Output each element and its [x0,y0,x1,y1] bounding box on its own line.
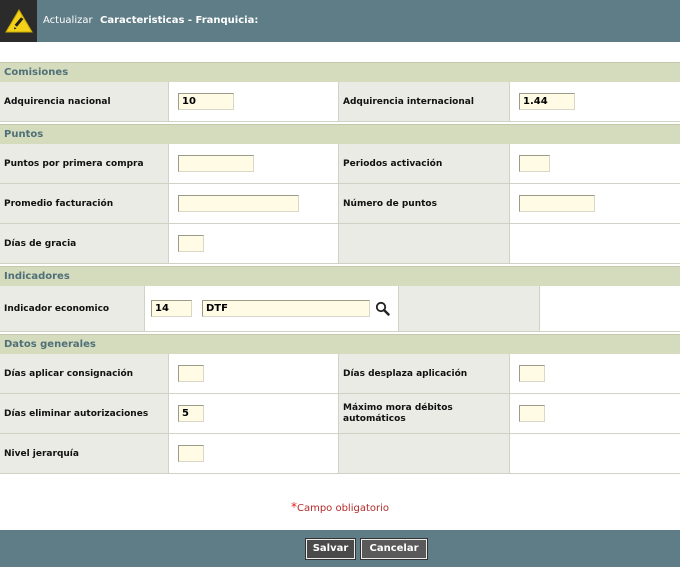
dias-desplaza-aplicacion-input[interactable] [519,365,545,382]
periodos-activacion-input[interactable] [519,155,550,172]
form-row: Días eliminar autorizaciones Máximo mora… [0,394,680,434]
section-indicadores: Indicadores [0,266,680,286]
dias-gracia-input[interactable] [178,235,204,252]
section-datos-generales: Datos generales [0,334,680,354]
form-row: Días de gracia [0,224,680,264]
field-label: Nivel jerarquía [4,449,79,459]
footer-bar: Salvar Cancelar [0,530,680,567]
form-row: Indicador economico [0,286,680,332]
field-label: Adquirencia internacional [343,97,474,107]
field-label-cell: Días aplicar consignación [0,354,169,393]
field-label-cell: Indicador economico [0,286,145,331]
magnifier-icon[interactable] [375,301,390,316]
dias-aplicar-consignacion-input[interactable] [178,365,204,382]
empty-cell [510,224,680,263]
field-value-cell [169,184,339,223]
logo [0,0,37,42]
form-row: Días aplicar consignación Días desplaza … [0,354,680,394]
field-label: Número de puntos [343,199,437,209]
field-value-cell [510,354,680,393]
page-title: Caracteristicas - Franquicia: [100,15,259,26]
field-label: Máximo mora débitos automáticos [343,403,453,425]
header-action: Actualizar [43,15,93,26]
field-label-cell: Máximo mora débitos automáticos [339,394,510,433]
field-label: Adquirencia nacional [4,97,111,107]
field-label: Días eliminar autorizaciones [4,409,149,419]
form-row: Adquirencia nacional Adquirencia interna… [0,82,680,122]
empty-cell [399,286,540,331]
indicador-nombre-input[interactable] [202,300,370,317]
field-label-cell: Días eliminar autorizaciones [0,394,169,433]
section-title: Puntos [4,129,44,140]
promedio-facturacion-input[interactable] [178,195,299,212]
pencil-warning-icon [5,9,33,33]
adquirencia-nacional-input[interactable] [178,93,234,110]
maximo-mora-debitos-input[interactable] [519,405,545,422]
field-label-cell: Adquirencia nacional [0,82,169,121]
required-note: *Campo obligatorio [0,500,680,514]
empty-cell [339,224,510,263]
form-row: Puntos por primera compra Periodos activ… [0,144,680,184]
numero-puntos-input[interactable] [519,195,595,212]
nivel-jerarquia-input[interactable] [178,445,204,462]
empty-cell [540,286,680,331]
form-row: Promedio facturación Número de puntos [0,184,680,224]
field-value-cell [169,224,339,263]
field-label-cell: Días desplaza aplicación [339,354,510,393]
header-bar: Actualizar Caracteristicas - Franquicia: [0,0,680,42]
section-comisiones: Comisiones [0,62,680,82]
field-label-cell: Puntos por primera compra [0,144,169,183]
field-value-cell [510,144,680,183]
field-value-cell [510,184,680,223]
section-puntos: Puntos [0,124,680,144]
field-label: Indicador economico [4,304,110,314]
required-text: Campo obligatorio [296,503,390,514]
field-value-cell [169,434,339,473]
field-label-cell: Adquirencia internacional [339,82,510,121]
section-title: Comisiones [4,67,69,78]
field-value-cell [145,286,399,331]
puntos-primera-compra-input[interactable] [178,155,254,172]
field-label: Promedio facturación [4,199,114,209]
field-label: Periodos activación [343,159,443,169]
field-label: Días aplicar consignación [4,369,134,379]
save-button[interactable]: Salvar [305,538,356,560]
field-label: Días de gracia [4,239,77,249]
field-value-cell [169,82,339,121]
adquirencia-internacional-input[interactable] [519,93,575,110]
field-label-cell: Nivel jerarquía [0,434,169,473]
field-label-cell: Días de gracia [0,224,169,263]
section-title: Indicadores [4,271,70,282]
field-value-cell [169,144,339,183]
field-value-cell [169,354,339,393]
field-label: Días desplaza aplicación [343,369,468,379]
form-row: Nivel jerarquía [0,434,680,474]
field-value-cell [510,394,680,433]
field-label: Puntos por primera compra [4,159,144,169]
indicador-codigo-input[interactable] [151,300,192,317]
field-label-cell: Promedio facturación [0,184,169,223]
field-label-cell: Número de puntos [339,184,510,223]
field-label-line: automáticos [343,414,406,424]
empty-cell [510,434,680,473]
field-value-cell [510,82,680,121]
section-title: Datos generales [4,339,96,350]
field-label-line: Máximo mora débitos [343,403,453,413]
field-value-cell [169,394,339,433]
dias-eliminar-autorizaciones-input[interactable] [178,405,204,422]
cancel-button[interactable]: Cancelar [360,538,428,560]
empty-cell [339,434,510,473]
field-label-cell: Periodos activación [339,144,510,183]
